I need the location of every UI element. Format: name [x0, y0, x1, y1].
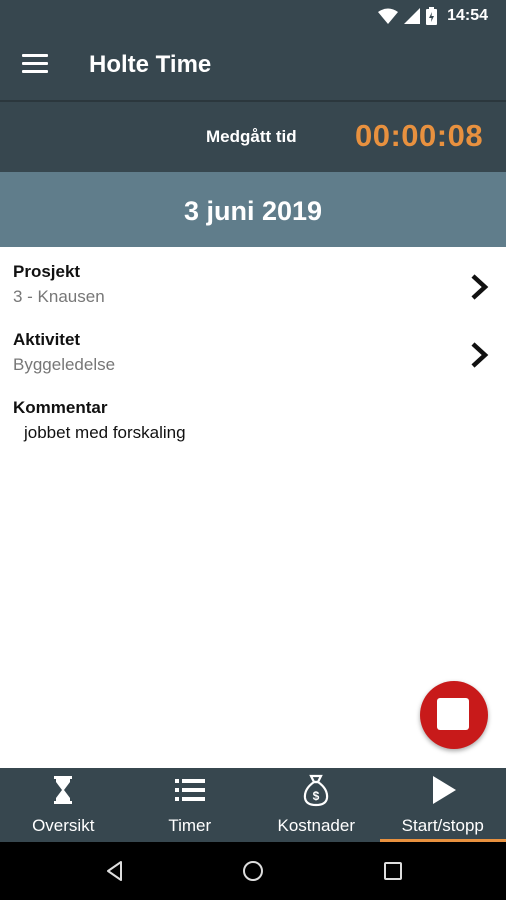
wifi-icon [378, 8, 399, 24]
nav-label-oversikt: Oversikt [32, 816, 95, 835]
stop-icon [437, 698, 469, 730]
elapsed-time-label: Medgått tid [206, 127, 297, 146]
app-bar: Holte Time [0, 32, 506, 100]
nav-item-start-stopp[interactable]: Start/stopp [379, 768, 506, 842]
date-bar: 3 juni 2019 [0, 172, 506, 247]
back-icon[interactable] [103, 859, 127, 883]
activity-field[interactable]: Aktivitet Byggeledelse [0, 330, 506, 380]
money-bag-icon: $ [304, 774, 329, 807]
project-value: 3 - Knausen [13, 287, 105, 306]
bottom-navigation: Oversikt Timer $ Kostnader Start/stopp [0, 768, 506, 842]
stop-button[interactable] [420, 681, 488, 749]
home-icon[interactable] [241, 859, 265, 883]
activity-value: Byggeledelse [13, 355, 116, 374]
app-title: Holte Time [89, 51, 212, 78]
elapsed-time-value: 00:00:08 [355, 118, 484, 153]
nav-item-timer[interactable]: Timer [127, 768, 254, 842]
chevron-right-icon[interactable] [468, 340, 492, 370]
project-field[interactable]: Prosjekt 3 - Knausen [0, 262, 506, 312]
hourglass-icon [54, 776, 73, 804]
list-icon [174, 779, 205, 801]
chevron-right-icon[interactable] [468, 272, 492, 302]
nav-label-kostnader: Kostnader [277, 816, 356, 835]
comment-label: Kommentar [13, 398, 108, 417]
battery-icon [426, 7, 438, 25]
status-icons: 14:54 [378, 5, 488, 27]
nav-item-kostnader[interactable]: $ Kostnader [253, 768, 380, 842]
hamburger-menu-icon[interactable] [22, 54, 48, 74]
svg-text:$: $ [313, 789, 320, 803]
nav-item-oversikt[interactable]: Oversikt [0, 768, 127, 842]
activity-label: Aktivitet [13, 330, 81, 349]
nav-label-timer: Timer [168, 816, 212, 835]
project-label: Prosjekt [13, 262, 81, 281]
comment-field[interactable]: Kommentar jobbet med forskaling [0, 398, 506, 448]
date-text: 3 juni 2019 [183, 196, 323, 226]
nav-label-start-stopp: Start/stopp [401, 816, 484, 835]
comment-value[interactable]: jobbet med forskaling [24, 423, 186, 443]
status-bar: 14:54 [0, 0, 506, 32]
signal-icon [404, 8, 421, 24]
status-time: 14:54 [447, 7, 488, 24]
timer-bar: Medgått tid 00:00:08 [0, 102, 506, 172]
system-navigation-bar [0, 842, 506, 900]
play-icon [432, 776, 456, 804]
recents-icon[interactable] [381, 859, 405, 883]
